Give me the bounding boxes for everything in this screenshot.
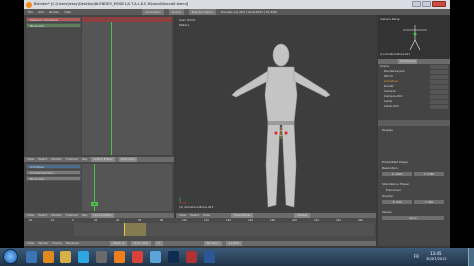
folder-icon[interactable] — [60, 251, 71, 263]
clock-time[interactable]: 13:45 — [430, 251, 442, 256]
visibility-icons — [430, 64, 448, 109]
camera-view-figure — [403, 25, 427, 51]
viewport-selected-label: (1) Armature.Bone.011 — [179, 205, 214, 209]
app-icon[interactable] — [96, 251, 107, 263]
outliner-list: Scene RenderLayers World Armature bandit… — [378, 64, 450, 120]
taskbar — [0, 248, 474, 266]
start-frame-field[interactable]: Start: 1 — [110, 241, 128, 246]
skype-icon[interactable] — [78, 251, 89, 263]
blender-logo-icon — [26, 1, 32, 8]
fullscreen-toggle[interactable]: Fullscreen — [386, 188, 401, 193]
res-y-field[interactable]: Y: 1080 — [414, 172, 444, 176]
stereo-label: Stereo — [382, 210, 392, 214]
camera-view-sub: (1) Armature.Bone.011 — [380, 53, 410, 56]
word-icon[interactable] — [204, 251, 215, 263]
sync-selector[interactable]: No Sync — [203, 241, 222, 246]
channel-skeleton[interactable]: Skeleton Armature — [26, 17, 81, 22]
viewport-view-label: User Ortho — [179, 18, 196, 22]
maximize-button[interactable] — [422, 1, 431, 7]
keyframe-strip — [82, 17, 172, 22]
explorer-icon[interactable] — [26, 251, 37, 263]
section-embedded[interactable]: Embedded Player — [382, 160, 408, 165]
blender-window: Blender* [C:\Users\Jessy\Desktop\BLENDER… — [24, 0, 450, 266]
photoshop-icon[interactable] — [168, 251, 179, 263]
action-channel-action[interactable]: ArmatureAction — [26, 170, 81, 175]
action-channel-armature[interactable]: Armature — [26, 164, 81, 169]
paint-icon[interactable] — [150, 251, 161, 263]
timeline-range — [74, 223, 374, 236]
recorder-icon[interactable] — [186, 251, 197, 263]
timeline-menu-playback[interactable]: Playback — [66, 241, 79, 246]
current-frame-marker[interactable] — [111, 17, 112, 155]
blender-taskbar-icon[interactable] — [114, 251, 125, 263]
viewport-3d[interactable]: User Ortho Meters (1) Armature.Bone.011 — [176, 15, 376, 213]
quality-label: Quality: — [382, 194, 394, 198]
axes-widget — [179, 197, 186, 204]
properties-panel: Display Embedded Player Resolution: X: 1… — [378, 126, 450, 246]
chrome-icon[interactable] — [132, 251, 143, 263]
timeline-header: View Marker Frame Playback Start: 1 End:… — [24, 241, 376, 246]
res-y2-field[interactable]: Y: 480 — [414, 200, 444, 204]
dopesheet-area: Skeleton Armature Bone.011 — [24, 15, 174, 157]
language-indicator[interactable]: FR — [414, 254, 419, 259]
show-desktop-button[interactable] — [468, 248, 474, 266]
current-frame-field[interactable]: 0 — [154, 241, 163, 246]
timeline-menu-view[interactable]: View — [27, 241, 34, 246]
section-standalone[interactable]: Standalone Player — [382, 182, 409, 187]
timeline-playhead[interactable] — [124, 223, 146, 236]
minimize-button[interactable] — [412, 1, 421, 7]
viewport-units-label: Meters — [179, 23, 190, 27]
window-title: Blender* [C:\Users\Jessy\Desktop\BLENDER… — [24, 0, 450, 9]
timeline-area[interactable]: -40 -20 0 20 40 60 80 100 120 140 160 18… — [24, 218, 376, 241]
stereo-selector[interactable]: None — [382, 216, 444, 220]
keying-set-selector[interactable]: LocRot — [225, 241, 242, 246]
start-button[interactable] — [3, 249, 18, 264]
clock-date[interactable]: 30/07/2012 — [426, 257, 447, 261]
channel-list-bg — [26, 29, 81, 155]
media-player-icon[interactable] — [43, 251, 54, 263]
camera-view-label: Camera Persp — [380, 17, 400, 21]
outliner-item[interactable]: Lamp.001 — [384, 104, 399, 109]
keyframe-region — [82, 17, 172, 155]
section-display[interactable]: Display — [382, 128, 393, 133]
action-frame-badge: 0 — [91, 202, 98, 206]
action-editor-area: Armature ArmatureAction Bone.011 0 — [24, 162, 174, 213]
end-frame-field[interactable]: End: 250 — [131, 241, 151, 246]
resolution-label: Resolution: — [382, 166, 399, 170]
character-mesh[interactable] — [226, 35, 336, 215]
action-channel-bone[interactable]: Bone.011 — [26, 176, 81, 181]
res-x-field[interactable]: X: 1920 — [382, 172, 412, 176]
channel-bone[interactable]: Bone.011 — [26, 23, 81, 28]
timeline-menu-marker[interactable]: Marker — [38, 241, 48, 246]
close-button[interactable] — [432, 1, 446, 7]
timeline-menu-frame[interactable]: Frame — [52, 241, 61, 246]
camera-view[interactable]: Camera Persp (1) Armature.Bone.011 — [378, 15, 450, 59]
res-x2-field[interactable]: X: 640 — [382, 200, 412, 204]
